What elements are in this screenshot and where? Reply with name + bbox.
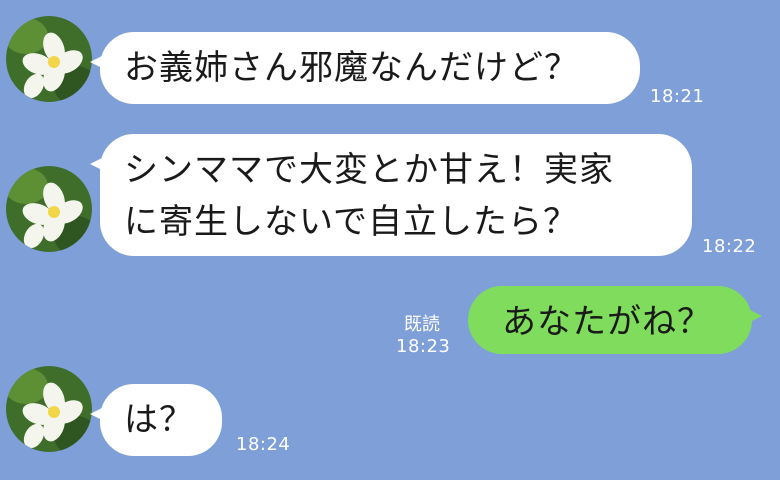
- chat-bubble-incoming[interactable]: お義姉さん邪魔なんだけど？: [90, 32, 640, 104]
- avatar-flower-icon: [6, 16, 92, 102]
- message-text-line: シンママで大変とか甘え！実家: [124, 150, 614, 190]
- read-receipt: 既読: [404, 314, 440, 335]
- avatar[interactable]: [6, 366, 92, 452]
- message-timestamp: 18:23: [396, 336, 451, 357]
- message-timestamp: 18:24: [236, 434, 291, 455]
- message-timestamp: 18:21: [650, 86, 705, 107]
- chat-bubble-outgoing[interactable]: あなたがね？: [468, 286, 762, 354]
- chat-bubble-incoming[interactable]: は？: [90, 384, 222, 456]
- avatar[interactable]: [6, 166, 92, 252]
- avatar-flower-icon: [6, 166, 92, 252]
- chat-bubble-incoming[interactable]: シンママで大変とか甘え！実家 に寄生しないで自立したら？: [90, 134, 692, 256]
- avatar-flower-icon: [6, 366, 92, 452]
- message-text: お義姉さん邪魔なんだけど？: [124, 48, 579, 88]
- message-text: は？: [124, 400, 194, 440]
- message-text: あなたがね？: [502, 302, 712, 342]
- avatar[interactable]: [6, 16, 92, 102]
- message-text-line: に寄生しないで自立したら？: [124, 202, 578, 242]
- message-timestamp: 18:22: [702, 236, 757, 257]
